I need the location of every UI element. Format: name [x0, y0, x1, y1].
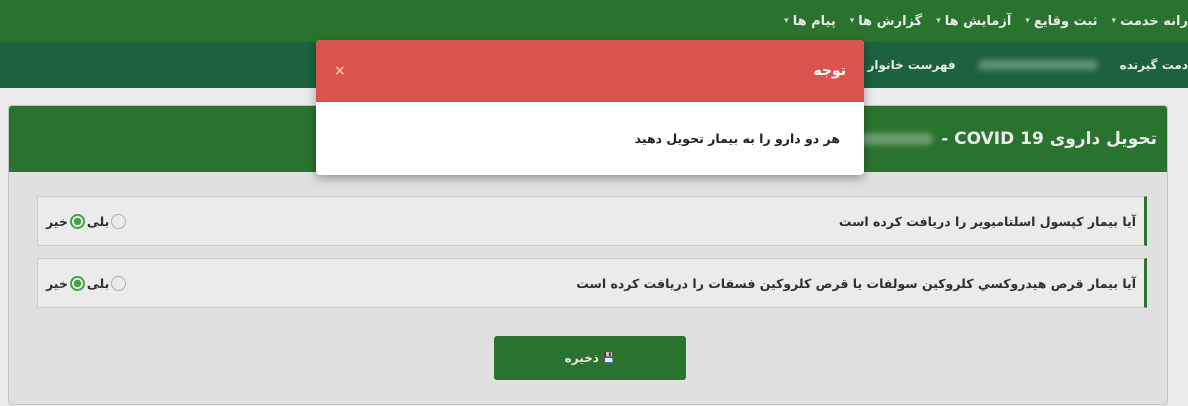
radio-group: بلی خیر — [46, 275, 127, 291]
crumb-service-recipient[interactable]: دمت گیرنده — [1120, 58, 1188, 72]
modal-message: هر دو دارو را به بیمار تحویل دهید — [634, 131, 840, 146]
question-oseltamivir: آیا بیمار کپسول اسلتامیویر را دریافت کرد… — [37, 196, 1147, 246]
option-no-label: خیر — [46, 213, 68, 229]
question-text: آیا بیمار قرص هیدروکسي کلروکین سولفات یا… — [576, 275, 1136, 291]
chevron-down-icon: ▾ — [849, 16, 855, 26]
radio-group: بلی خیر — [46, 213, 127, 229]
menu-reports[interactable]: گزارش ها ▾ — [850, 14, 922, 29]
question-text: آیا بیمار کپسول اسلتامیویر را دریافت کرد… — [838, 213, 1136, 229]
radio-no[interactable] — [69, 275, 85, 291]
card-title: تحویل داروی COVID 19 - — [941, 129, 1157, 149]
save-button-label: ذخیره — [564, 351, 599, 365]
floppy-disk-icon: 💾 — [602, 352, 616, 364]
option-no-label: خیر — [46, 275, 68, 291]
option-yes[interactable]: بلی — [86, 213, 127, 229]
crumb-household-list[interactable]: فهرست خانوار — [868, 58, 956, 72]
redacted-name — [977, 60, 1098, 70]
menu-events[interactable]: ثبت وقایع ▾ — [1025, 14, 1097, 29]
alert-modal: توجه × هر دو دارو را به بیمار تحویل دهید — [316, 40, 864, 175]
modal-header: توجه × — [316, 40, 864, 102]
close-icon[interactable]: × — [334, 63, 346, 79]
modal-body: هر دو دارو را به بیمار تحویل دهید — [316, 102, 864, 175]
menu-reports-label: گزارش ها — [858, 13, 923, 29]
save-button[interactable]: 💾 ذخیره — [494, 336, 686, 380]
menu-events-label: ثبت وقایع — [1033, 13, 1098, 29]
radio-yes[interactable] — [111, 213, 127, 229]
radio-no[interactable] — [69, 213, 85, 229]
option-yes-label: بلی — [86, 213, 110, 229]
menu-messages[interactable]: پیام ها ▾ — [784, 14, 836, 29]
menu-messages-label: پیام ها — [792, 13, 836, 29]
option-no[interactable]: خیر — [46, 213, 85, 229]
chevron-down-icon: ▾ — [784, 16, 789, 26]
menu-tests-label: آزمایش ها — [944, 13, 1012, 29]
radio-yes[interactable] — [111, 275, 127, 291]
question-hydroxychloroquine: آیا بیمار قرص هیدروکسي کلروکین سولفات یا… — [37, 258, 1147, 308]
option-no[interactable]: خیر — [46, 275, 85, 291]
menu-service[interactable]: رانه خدمت ▾ — [1112, 14, 1188, 29]
top-navbar: رانه خدمت ▾ ثبت وقایع ▾ آزمایش ها ▾ گزار… — [0, 0, 1188, 42]
chevron-down-icon: ▾ — [1025, 16, 1030, 26]
chevron-down-icon: ▾ — [1111, 16, 1117, 26]
chevron-down-icon: ▾ — [936, 16, 941, 26]
modal-title: توجه — [813, 63, 846, 79]
option-yes-label: بلی — [86, 275, 110, 291]
menu-tests[interactable]: آزمایش ها ▾ — [936, 14, 1011, 29]
menu-service-label: رانه خدمت — [1120, 13, 1188, 29]
option-yes[interactable]: بلی — [86, 275, 127, 291]
